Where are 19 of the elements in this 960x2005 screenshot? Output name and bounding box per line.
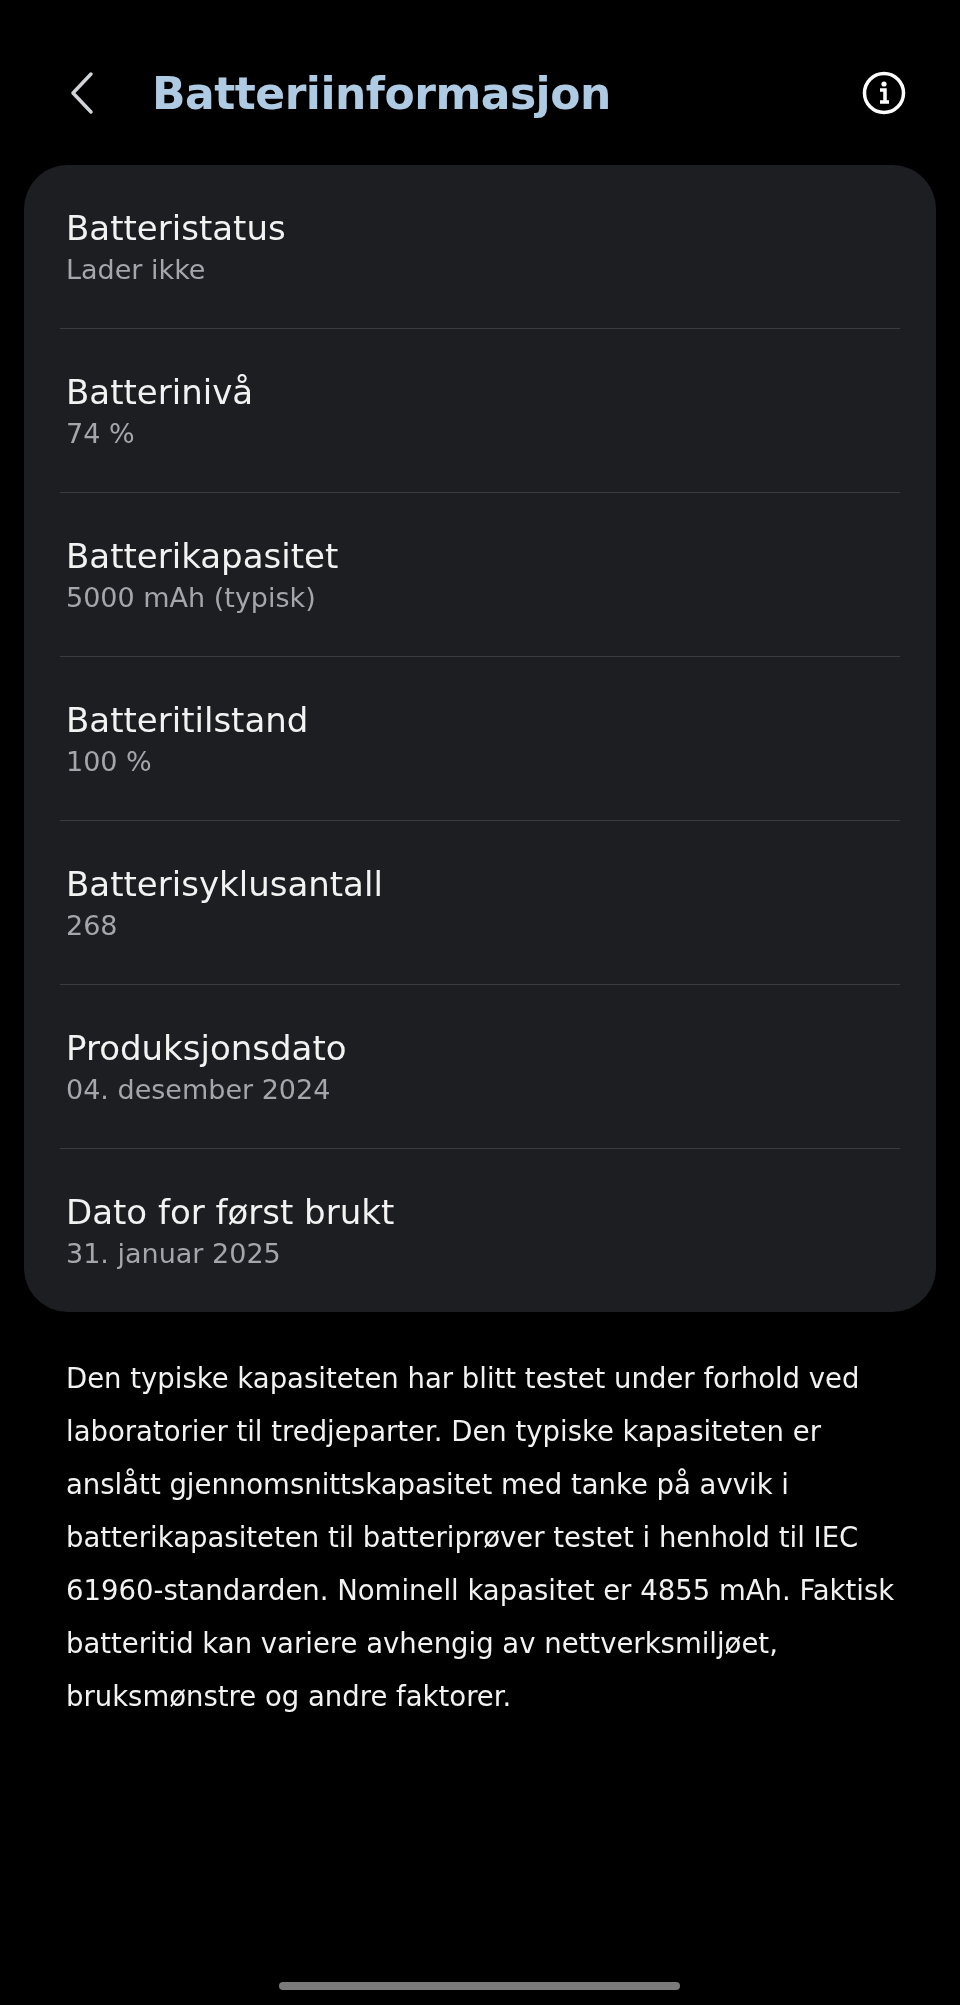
item-value: 74 % bbox=[66, 416, 136, 451]
item-value: 268 bbox=[66, 908, 119, 943]
item-label: Dato for først brukt bbox=[66, 1190, 396, 1234]
item-label: Batterisyklusantall bbox=[66, 862, 384, 906]
capacity-note: Den typiske kapasiteten har blitt testet under forhold ved laboratorier til tredjeparter. Den typiske kapasiteten er anslått gjennomsnittskapasitet med tanke på avvik i batterikapasiteten til batteriprøver testet i henhold til IEC 61960-standarden. Nominell kapasitet er 4855 mAh. Faktisk batteritid kan variere avhengig av nettverksmiljøet, bruksmønstre og andre faktorer. bbox=[66, 1361, 896, 1714]
item-label: Batteritilstand bbox=[66, 698, 310, 742]
item-label: Batterinivå bbox=[66, 370, 255, 414]
info-button[interactable] bbox=[860, 69, 908, 117]
item-value: 04. desember 2024 bbox=[66, 1072, 332, 1107]
item-label: Produksjonsdato bbox=[66, 1026, 348, 1070]
item-label: Batterikapasitet bbox=[66, 534, 340, 578]
back-icon bbox=[69, 71, 95, 115]
info-icon bbox=[862, 71, 906, 115]
item-value: 31. januar 2025 bbox=[66, 1236, 282, 1271]
item-value: 100 % bbox=[66, 744, 153, 779]
page-title: Batteriinformasjon bbox=[152, 67, 612, 119]
item-label: Batteristatus bbox=[66, 206, 287, 250]
item-value: 5000 mAh (typisk) bbox=[66, 580, 317, 615]
item-value: Lader ikke bbox=[66, 252, 207, 287]
